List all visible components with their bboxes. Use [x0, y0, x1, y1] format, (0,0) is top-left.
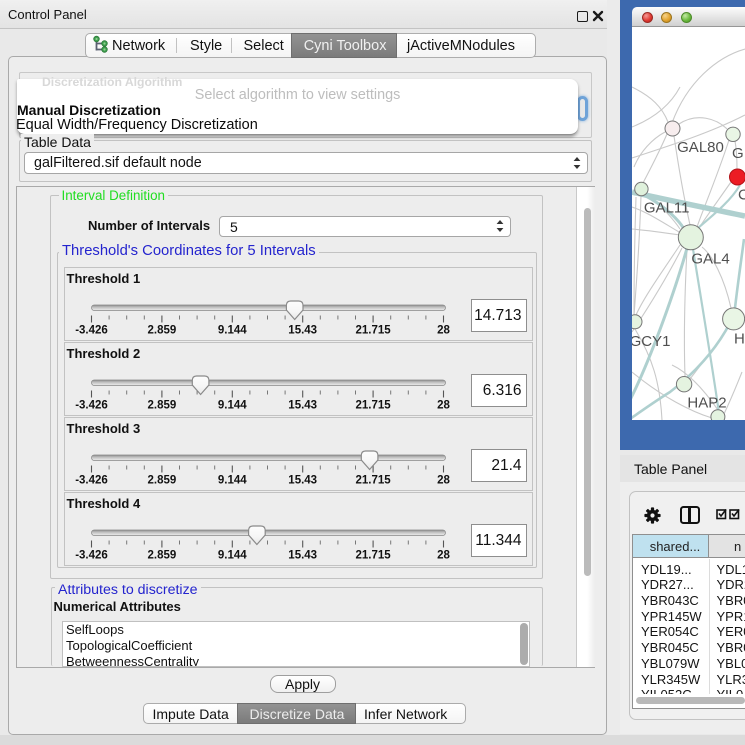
svg-text:15.43: 15.43 — [288, 475, 317, 487]
svg-text:GAL80: GAL80 — [677, 139, 724, 156]
svg-text:15.43: 15.43 — [288, 550, 317, 562]
svg-text:21.715: 21.715 — [355, 400, 391, 412]
svg-text:-3.426: -3.426 — [75, 325, 108, 337]
svg-text:28: 28 — [437, 550, 450, 562]
svg-text:2.859: 2.859 — [147, 475, 176, 487]
svg-text:28: 28 — [437, 325, 450, 337]
svg-text:2.859: 2.859 — [147, 325, 176, 337]
svg-text:H: H — [734, 331, 745, 348]
svg-text:9.144: 9.144 — [217, 475, 246, 487]
svg-text:21.715: 21.715 — [355, 550, 391, 562]
svg-text:28: 28 — [437, 475, 450, 487]
svg-text:28: 28 — [437, 400, 450, 412]
svg-text:-3.426: -3.426 — [75, 400, 108, 412]
svg-text:-3.426: -3.426 — [75, 550, 108, 562]
svg-text:GAL4: GAL4 — [691, 251, 729, 268]
svg-text:15.43: 15.43 — [288, 325, 317, 337]
svg-text:21.715: 21.715 — [355, 475, 391, 487]
svg-text:9.144: 9.144 — [217, 400, 246, 412]
svg-text:C: C — [738, 187, 745, 204]
svg-text:21.715: 21.715 — [355, 325, 391, 337]
svg-text:G...: G... — [732, 145, 745, 162]
svg-text:9.144: 9.144 — [217, 325, 246, 337]
svg-text:-3.426: -3.426 — [75, 475, 108, 487]
svg-text:15.43: 15.43 — [288, 400, 317, 412]
svg-text:HAP2: HAP2 — [687, 395, 726, 412]
svg-text:2.859: 2.859 — [147, 400, 176, 412]
svg-text:9.144: 9.144 — [217, 550, 246, 562]
svg-text:GAL11: GAL11 — [644, 200, 690, 217]
svg-text:GCY1: GCY1 — [632, 333, 670, 350]
svg-text:2.859: 2.859 — [147, 550, 176, 562]
